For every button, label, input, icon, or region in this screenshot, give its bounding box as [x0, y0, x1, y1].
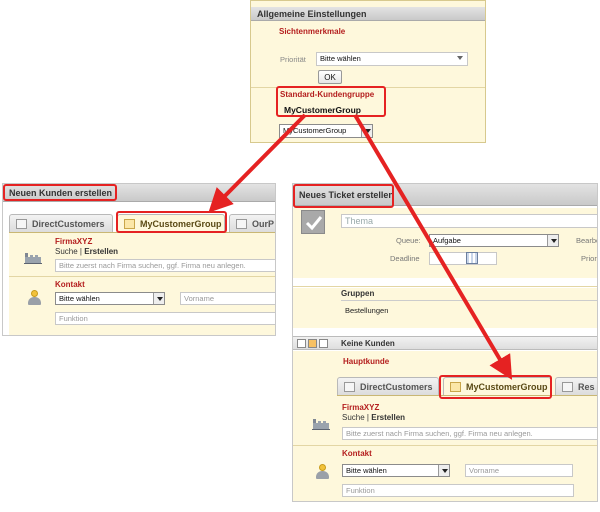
- arrow-to-ticket: [353, 113, 513, 380]
- connector-arrows: [208, 113, 513, 380]
- arrow-to-new-customer: [208, 113, 307, 213]
